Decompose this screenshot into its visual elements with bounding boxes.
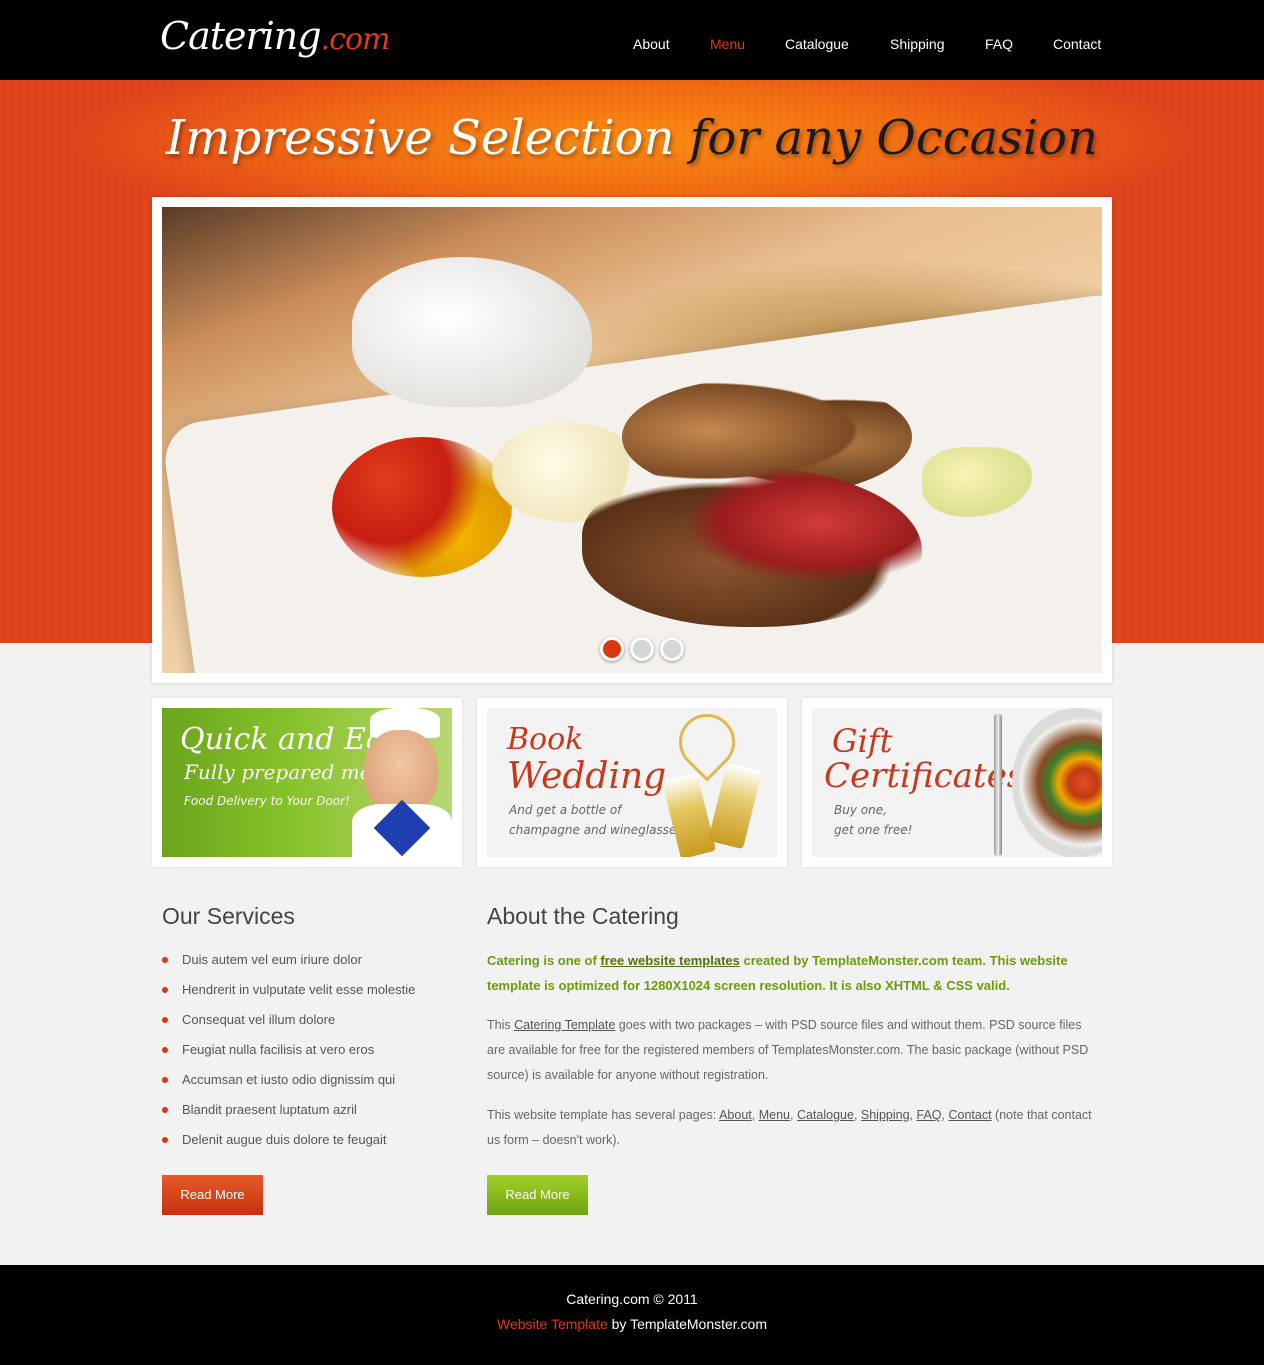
p1-pre: This bbox=[487, 1018, 515, 1032]
list-item: Accumsan et iusto odio dignissim qui bbox=[162, 1066, 462, 1096]
about-read-more-button[interactable]: Read More bbox=[487, 1175, 588, 1215]
slide-image-food-plate bbox=[162, 207, 1102, 673]
main-nav: About Menu Catalogue Shipping FAQ Contac… bbox=[0, 36, 1264, 56]
chef-image bbox=[352, 708, 452, 857]
page-link-shipping[interactable]: Shipping bbox=[861, 1108, 910, 1122]
list-item: Blandit praesent luptatum azril bbox=[162, 1096, 462, 1126]
promo-text-line1: And get a bottle of bbox=[509, 803, 622, 817]
promo-book-wedding[interactable]: Book Wedding And get a bottle of champag… bbox=[477, 698, 787, 867]
salad-plate-image bbox=[1012, 708, 1102, 857]
about-heading: About the Catering bbox=[487, 903, 679, 929]
copyright-text: Catering.com © 2011 bbox=[566, 1291, 698, 1307]
nav-contact[interactable]: Contact bbox=[1053, 36, 1101, 52]
image-slider bbox=[152, 197, 1112, 683]
nav-faq[interactable]: FAQ bbox=[985, 36, 1013, 52]
page-link-faq[interactable]: FAQ bbox=[917, 1108, 942, 1122]
catering-template-link[interactable]: Catering Template bbox=[514, 1018, 615, 1032]
slider-dot-1[interactable] bbox=[600, 637, 624, 661]
page-link-menu[interactable]: Menu bbox=[759, 1108, 790, 1122]
promo-gift-certificates[interactable]: Gift Certificates Buy one, get one free! bbox=[802, 698, 1112, 867]
fork-icon bbox=[994, 714, 1002, 856]
page-link-catalogue[interactable]: Catalogue bbox=[797, 1108, 854, 1122]
slider-pagination bbox=[600, 637, 690, 663]
champagne-glasses-image bbox=[657, 708, 777, 857]
slider-dot-3[interactable] bbox=[660, 637, 684, 661]
services-heading: Our Services bbox=[162, 903, 295, 929]
credit-text: Website Template by TemplateMonster.com bbox=[0, 1316, 1264, 1332]
promo-subtitle: Wedding bbox=[507, 756, 667, 797]
promo-text: Food Delivery to Your Door! bbox=[184, 794, 350, 808]
p2-pre: This website template has several pages: bbox=[487, 1108, 720, 1122]
butter-shape bbox=[922, 447, 1032, 517]
promo-banner: Book Wedding And get a bottle of champag… bbox=[487, 708, 777, 857]
promo-title: Book bbox=[507, 722, 584, 757]
nav-about[interactable]: About bbox=[633, 36, 670, 52]
promo-quick-easy[interactable]: Quick and Easy Fully prepared meals Food… bbox=[152, 698, 462, 867]
nav-catalogue[interactable]: Catalogue bbox=[785, 36, 849, 52]
list-item: Feugiat nulla facilisis at vero eros bbox=[162, 1036, 462, 1066]
list-item: Duis autem vel eum iriure dolor bbox=[162, 946, 462, 976]
page-link-contact[interactable]: Contact bbox=[948, 1108, 991, 1122]
vegetables-shape bbox=[332, 437, 512, 577]
about-lead-pre: Catering is one of bbox=[487, 953, 601, 968]
hero-tagline: Impressive Selection for any Occasion bbox=[0, 110, 1264, 166]
tagline-part1: Impressive Selection bbox=[166, 110, 675, 166]
glass-left-shape bbox=[661, 772, 717, 857]
about-paragraph-2: This website template has several pages:… bbox=[487, 1108, 1092, 1147]
nav-menu[interactable]: Menu bbox=[710, 36, 745, 52]
tagline-part2: for any Occasion bbox=[689, 110, 1098, 166]
free-templates-link[interactable]: free website templates bbox=[600, 953, 739, 968]
about-lead-text: Catering is one of free website template… bbox=[487, 948, 1097, 998]
glass-right-shape bbox=[707, 762, 763, 850]
list-item: Delenit augue duis dolore te feugait bbox=[162, 1126, 462, 1156]
promo-text-line1: Buy one, bbox=[834, 803, 887, 817]
gravy-boat-shape bbox=[352, 257, 592, 407]
nav-shipping[interactable]: Shipping bbox=[890, 36, 945, 52]
promo-banner: Quick and Easy Fully prepared meals Food… bbox=[162, 708, 452, 857]
credit-post: by TemplateMonster.com bbox=[607, 1316, 768, 1332]
list-item: Consequat vel illum dolore bbox=[162, 1006, 462, 1036]
slider-dot-2[interactable] bbox=[630, 637, 654, 661]
services-list: Duis autem vel eum iriure dolor Hendreri… bbox=[162, 946, 462, 1156]
promo-title: Gift bbox=[832, 722, 893, 760]
about-paragraph-1: This Catering Template goes with two pac… bbox=[487, 1013, 1097, 1088]
website-template-link[interactable]: Website Template bbox=[497, 1316, 608, 1332]
footer: Catering.com © 2011 Website Template by … bbox=[0, 1265, 1264, 1365]
services-read-more-button[interactable]: Read More bbox=[162, 1175, 263, 1215]
promo-text-line2: get one free! bbox=[834, 823, 913, 837]
page-link-about[interactable]: About bbox=[719, 1108, 752, 1122]
promo-banner: Gift Certificates Buy one, get one free! bbox=[812, 708, 1102, 857]
header: Catering.com About Menu Catalogue Shippi… bbox=[0, 0, 1264, 80]
list-item: Hendrerit in vulputate velit esse molest… bbox=[162, 976, 462, 1006]
